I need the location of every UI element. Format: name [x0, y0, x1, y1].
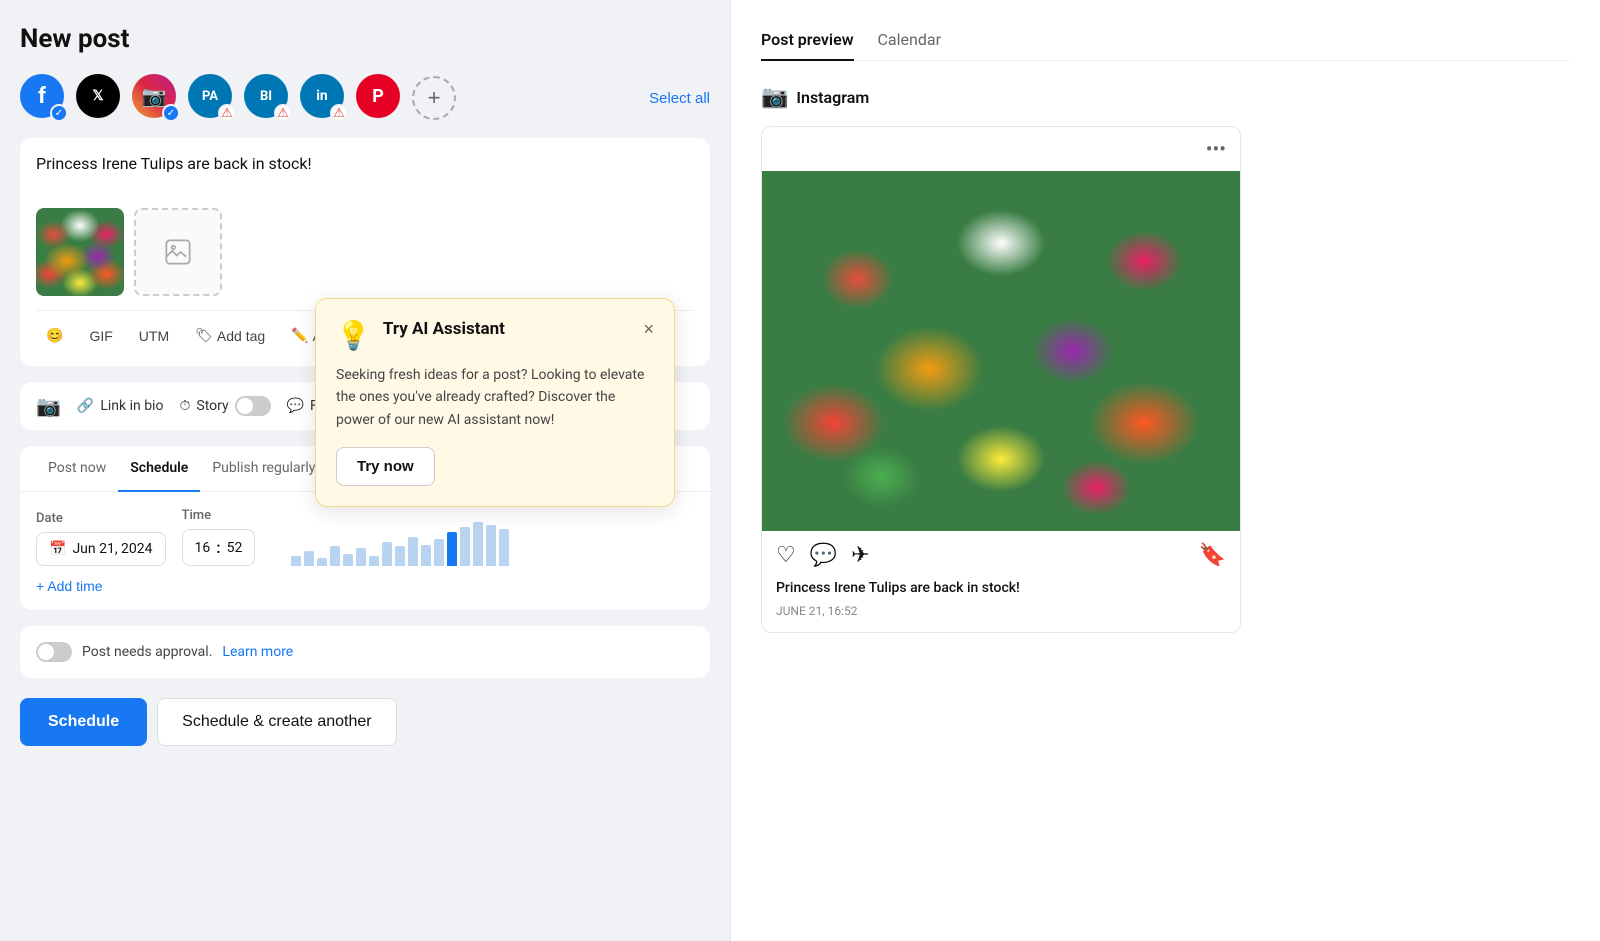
ai-popup-body: Seeking fresh ideas for a post? Looking … — [336, 364, 654, 431]
add-account-button[interactable]: + — [412, 76, 456, 120]
story-toggle[interactable] — [235, 396, 271, 416]
ai-popup-try-button[interactable]: Try now — [336, 447, 435, 486]
chart-bar — [395, 546, 405, 566]
ai-assistant-popup: 💡 Try AI Assistant × Seeking fresh ideas… — [315, 298, 675, 507]
warn-badge-bi: ⚠ — [274, 104, 292, 122]
account-linkedin2[interactable]: in ⚠ — [300, 74, 348, 122]
ig-more-options[interactable]: ••• — [1206, 137, 1226, 161]
chart-bar — [330, 546, 340, 566]
ai-popup-title: Try AI Assistant — [383, 319, 505, 339]
chart-bar — [460, 527, 470, 566]
ai-popup-close-button[interactable]: × — [643, 319, 654, 340]
account-instagram[interactable]: 📷 ✓ — [132, 74, 180, 122]
chart-bar — [343, 554, 353, 566]
ig-preview-image — [762, 171, 1240, 531]
link-in-bio-icon: 🔗 — [77, 398, 94, 414]
chart-bar — [304, 551, 314, 566]
chart-bar — [473, 522, 483, 566]
date-field-group: Date 📅 Jun 21, 2024 — [36, 511, 166, 566]
chart-bar — [447, 532, 457, 566]
like-icon[interactable]: ♡ — [776, 543, 796, 568]
time-field-group: Time 16 : 52 — [182, 508, 256, 566]
add-tag-button[interactable]: 🏷 Add tag — [185, 321, 275, 350]
instagram-preview-card: ••• ♡ 💬 ✈ 🔖 Princess Irene Tulips are ba… — [761, 126, 1241, 633]
chart-bar — [486, 525, 496, 566]
emoji-button[interactable]: 😊 — [36, 321, 73, 350]
date-input[interactable]: 📅 Jun 21, 2024 — [36, 532, 166, 566]
warn-badge-li2: ⚠ — [330, 104, 348, 122]
chart-bar — [499, 529, 509, 566]
ig-caption: Princess Irene Tulips are back in stock! — [762, 580, 1240, 604]
time-label: Time — [182, 508, 256, 523]
ig-card-header: ••• — [762, 127, 1240, 171]
date-label: Date — [36, 511, 166, 526]
add-time-button[interactable]: + Add time — [36, 578, 103, 594]
learn-more-link[interactable]: Learn more — [222, 644, 293, 660]
calendar-icon: 📅 — [49, 541, 66, 557]
composer-card: Princess Irene Tulips are back in stock!… — [20, 138, 710, 366]
chart-bar — [408, 537, 418, 566]
approval-row: Post needs approval. Learn more — [20, 626, 710, 678]
left-panel: New post f ✓ 𝕏 📷 ✓ PA ⚠ BI ⚠ — [0, 0, 730, 941]
account-pinterest[interactable]: P — [356, 74, 404, 122]
tag-icon: 🏷 — [195, 327, 213, 344]
ig-date: JUNE 21, 16:52 — [762, 604, 1240, 632]
ai-lightbulb-icon: 💡 — [336, 319, 371, 352]
tab-publish-regularly[interactable]: Publish regularly — [200, 446, 327, 492]
media-thumbnail[interactable] — [36, 208, 124, 296]
chart-bar — [382, 542, 392, 566]
share-icon[interactable]: ✈ — [851, 543, 869, 568]
tab-post-now[interactable]: Post now — [36, 446, 118, 492]
bottom-buttons: Schedule Schedule & create another — [20, 698, 710, 746]
tab-schedule[interactable]: Schedule — [118, 446, 200, 492]
story-icon: ⏱ — [179, 398, 190, 414]
instagram-options-icon: 📷 — [36, 394, 61, 418]
platform-label: 📷 Instagram — [761, 85, 1570, 110]
ig-card-actions: ♡ 💬 ✈ 🔖 — [762, 531, 1240, 580]
select-all-button[interactable]: Select all — [649, 90, 710, 107]
tab-post-preview[interactable]: Post preview — [761, 20, 854, 61]
schedule-create-another-button[interactable]: Schedule & create another — [157, 698, 396, 746]
tab-calendar[interactable]: Calendar — [878, 20, 941, 61]
account-facebook[interactable]: f ✓ — [20, 74, 68, 122]
account-pa-linkedin[interactable]: PA ⚠ — [188, 74, 236, 122]
time-input[interactable]: 16 : 52 — [182, 529, 256, 566]
approval-text: Post needs approval. — [82, 644, 212, 660]
check-badge-facebook: ✓ — [50, 104, 68, 122]
comment-icon[interactable]: 💬 — [810, 543, 837, 568]
account-bi-linkedin[interactable]: BI ⚠ — [244, 74, 292, 122]
chart-bar — [356, 548, 366, 566]
post-text-input[interactable]: Princess Irene Tulips are back in stock! — [36, 154, 694, 194]
page-title: New post — [20, 24, 710, 54]
instagram-preview-icon: 📷 — [761, 85, 788, 110]
chart-bar — [317, 558, 327, 566]
account-twitter[interactable]: 𝕏 — [76, 74, 124, 122]
bookmark-icon[interactable]: 🔖 — [1199, 543, 1226, 568]
right-panel: Post preview Calendar 📷 Instagram ••• ♡ … — [730, 0, 1600, 941]
link-in-bio-option[interactable]: 🔗 Link in bio — [77, 398, 164, 414]
add-media-button[interactable] — [134, 208, 222, 296]
chart-bar — [369, 556, 379, 566]
check-badge-instagram: ✓ — [162, 104, 180, 122]
warn-badge-pa: ⚠ — [218, 104, 236, 122]
preview-tabs: Post preview Calendar — [761, 20, 1570, 61]
story-option[interactable]: ⏱ Story — [179, 396, 270, 416]
chart-bar — [291, 556, 301, 566]
ai-wand-icon: ✏️ — [291, 327, 308, 344]
chart-bar — [421, 545, 431, 567]
engagement-chart — [291, 516, 509, 566]
accounts-row: f ✓ 𝕏 📷 ✓ PA ⚠ BI ⚠ in ⚠ — [20, 74, 710, 122]
chart-bar — [434, 539, 444, 566]
comment-icon: 💬 — [287, 398, 304, 414]
date-time-row: Date 📅 Jun 21, 2024 Time 16 : 52 — [36, 508, 694, 566]
schedule-button[interactable]: Schedule — [20, 698, 147, 746]
gif-button[interactable]: GIF — [79, 322, 122, 350]
approval-toggle[interactable] — [36, 642, 72, 662]
media-row — [36, 208, 694, 296]
utm-button[interactable]: UTM — [129, 322, 179, 350]
